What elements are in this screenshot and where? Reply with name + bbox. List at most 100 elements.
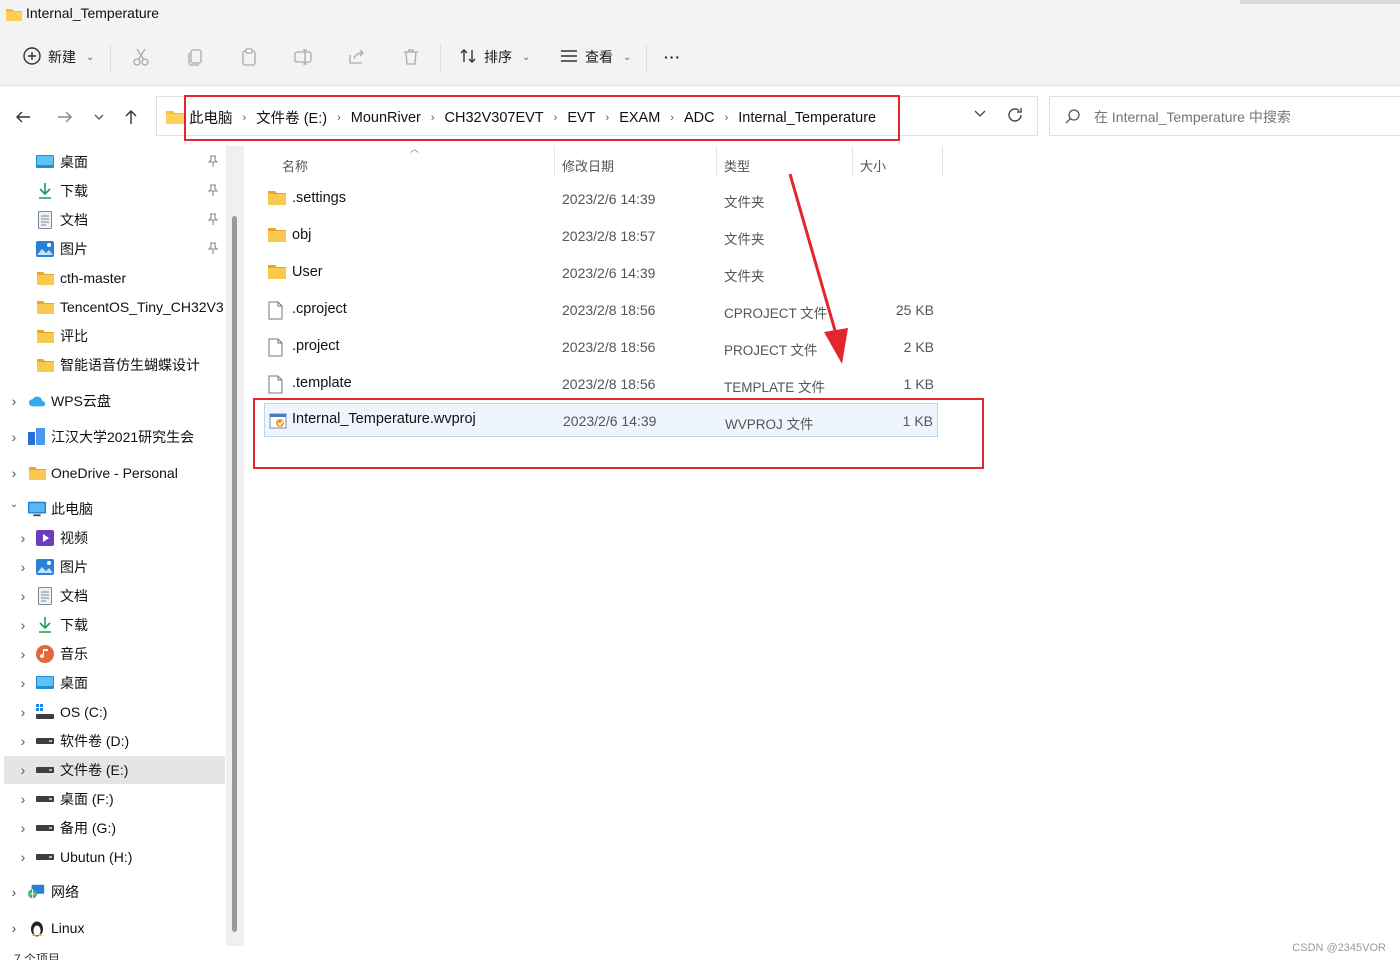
- sidebar-item-wps-cloud[interactable]: › WPS云盘: [0, 387, 226, 415]
- up-arrow-icon[interactable]: [120, 106, 142, 128]
- rename-icon[interactable]: [292, 46, 314, 68]
- sidebar-quick-access-item[interactable]: 文档: [0, 206, 226, 234]
- breadcrumb-item[interactable]: CH32V307EVT: [445, 110, 544, 126]
- chevron-right-icon[interactable]: ›: [431, 112, 435, 124]
- breadcrumb-item[interactable]: 此电脑: [189, 107, 233, 128]
- chevron-right-icon[interactable]: ›: [8, 465, 20, 481]
- chevron-right-icon[interactable]: ›: [8, 884, 20, 900]
- column-header-date[interactable]: 修改日期: [562, 151, 614, 179]
- sidebar-quick-access-item[interactable]: 评比: [0, 322, 226, 350]
- network-icon: [28, 883, 46, 901]
- pin-icon[interactable]: [207, 183, 219, 199]
- chevron-right-icon[interactable]: ›: [17, 704, 29, 720]
- chevron-right-icon[interactable]: ›: [606, 112, 610, 124]
- chevron-right-icon[interactable]: ›: [725, 112, 729, 124]
- sidebar-item-onedrive[interactable]: › OneDrive - Personal: [0, 459, 226, 487]
- sidebar-pc-item[interactable]: › 桌面: [0, 669, 226, 697]
- sidebar-quick-access-item[interactable]: TencentOS_Tiny_CH32V3: [0, 293, 226, 321]
- sidebar-pc-item[interactable]: › 桌面 (F:): [0, 785, 226, 813]
- copy-icon[interactable]: [184, 46, 206, 68]
- breadcrumb-item[interactable]: Internal_Temperature: [738, 110, 876, 126]
- chevron-right-icon[interactable]: ›: [8, 393, 20, 409]
- pin-icon[interactable]: [207, 212, 219, 228]
- sidebar-quick-access-item[interactable]: 智能语音仿生蝴蝶设计: [0, 351, 226, 379]
- refresh-icon[interactable]: [1005, 105, 1025, 128]
- sidebar-scrollbar[interactable]: [226, 146, 244, 946]
- address-bar[interactable]: › 此电脑 › 文件卷 (E:) › MounRiver › CH32V307EVT › EVT…: [156, 96, 1038, 136]
- breadcrumb-item[interactable]: EXAM: [619, 110, 660, 126]
- sidebar-pc-item[interactable]: › 视频: [0, 524, 226, 552]
- sidebar-pc-item[interactable]: › OS (C:): [0, 698, 226, 726]
- chevron-right-icon[interactable]: ›: [17, 820, 29, 836]
- column-header-size[interactable]: 大小: [860, 151, 886, 179]
- sort-button[interactable]: 排序 ⌄: [458, 42, 530, 72]
- project-file-icon: [269, 412, 287, 434]
- forward-arrow-icon[interactable]: [54, 106, 76, 128]
- sidebar-pc-item[interactable]: › 图片: [0, 553, 226, 581]
- chevron-right-icon[interactable]: ›: [17, 733, 29, 749]
- back-arrow-icon[interactable]: [12, 106, 34, 128]
- breadcrumb-item[interactable]: EVT: [567, 110, 595, 126]
- chevron-right-icon[interactable]: ›: [243, 112, 247, 124]
- chevron-right-icon[interactable]: ›: [17, 791, 29, 807]
- chevron-right-icon[interactable]: ›: [554, 112, 558, 124]
- file-row[interactable]: .settings 2023/2/6 14:39 文件夹: [264, 182, 938, 216]
- file-row[interactable]: obj 2023/2/8 18:57 文件夹: [264, 219, 938, 253]
- column-header-type[interactable]: 类型: [724, 151, 750, 179]
- sidebar-item-linux[interactable]: › Linux: [0, 914, 226, 942]
- scrollbar-thumb[interactable]: [232, 216, 237, 932]
- chevron-right-icon[interactable]: ›: [17, 588, 29, 604]
- chevron-right-icon[interactable]: ›: [17, 617, 29, 633]
- delete-icon[interactable]: [400, 46, 422, 68]
- file-name: .template: [292, 375, 352, 391]
- sidebar-quick-access-item[interactable]: cth-master: [0, 264, 226, 292]
- search-input[interactable]: [1094, 106, 1394, 128]
- cut-icon[interactable]: [130, 46, 152, 68]
- chevron-right-icon[interactable]: ›: [670, 112, 674, 124]
- share-icon[interactable]: [346, 46, 368, 68]
- sidebar-item-network[interactable]: › 网络: [0, 878, 226, 906]
- chevron-right-icon[interactable]: ›: [17, 762, 29, 778]
- sidebar-pc-item[interactable]: › 文档: [0, 582, 226, 610]
- pc-icon: [28, 500, 46, 518]
- chevron-right-icon[interactable]: ›: [17, 849, 29, 865]
- sidebar-item-jhun[interactable]: › 江汉大学2021研究生会: [0, 423, 226, 451]
- breadcrumb-item[interactable]: ADC: [684, 110, 715, 126]
- sidebar-item-this-pc[interactable]: ⌄ 此电脑: [0, 495, 226, 523]
- sidebar-quick-access-item[interactable]: 图片: [0, 235, 226, 263]
- sidebar-pc-item[interactable]: › Ubutun (H:): [0, 843, 226, 871]
- folder-icon: [268, 190, 286, 209]
- chevron-right-icon[interactable]: ›: [17, 530, 29, 546]
- recent-locations-chevron-icon[interactable]: [88, 106, 110, 128]
- paste-icon[interactable]: [238, 46, 260, 68]
- sidebar-pc-item[interactable]: › 文件卷 (E:): [4, 756, 225, 784]
- breadcrumb-item[interactable]: 文件卷 (E:): [256, 107, 327, 128]
- pin-icon[interactable]: [207, 241, 219, 257]
- file-row[interactable]: .template 2023/2/8 18:56 TEMPLATE 文件 1 KB: [264, 367, 938, 401]
- chevron-right-icon[interactable]: ›: [8, 429, 20, 445]
- column-header-name[interactable]: 名称: [282, 151, 308, 179]
- sidebar-pc-item[interactable]: › 软件卷 (D:): [0, 727, 226, 755]
- chevron-right-icon[interactable]: ›: [17, 675, 29, 691]
- sidebar-pc-item[interactable]: › 音乐: [0, 640, 226, 668]
- sidebar-pc-item[interactable]: › 下载: [0, 611, 226, 639]
- more-options-button[interactable]: ···: [664, 42, 681, 72]
- file-row[interactable]: Internal_Temperature.wvproj 2023/2/6 14:3…: [264, 403, 938, 437]
- view-button[interactable]: 查看 ⌄: [559, 42, 631, 72]
- chevron-right-icon[interactable]: ›: [17, 559, 29, 575]
- new-button[interactable]: 新建 ⌄: [22, 42, 94, 72]
- chevron-down-icon[interactable]: ⌄: [8, 499, 20, 510]
- search-box[interactable]: [1049, 96, 1400, 136]
- chevron-down-icon[interactable]: [973, 106, 987, 123]
- chevron-right-icon[interactable]: ›: [17, 646, 29, 662]
- sidebar-quick-access-item[interactable]: 下载: [0, 177, 226, 205]
- chevron-right-icon[interactable]: ›: [337, 112, 341, 124]
- file-row[interactable]: .project 2023/2/8 18:56 PROJECT 文件 2 KB: [264, 330, 938, 364]
- sidebar-pc-item[interactable]: › 备用 (G:): [0, 814, 226, 842]
- chevron-right-icon[interactable]: ›: [8, 920, 20, 936]
- file-row[interactable]: User 2023/2/6 14:39 文件夹: [264, 256, 938, 290]
- file-row[interactable]: .cproject 2023/2/8 18:56 CPROJECT 文件 25 KB: [264, 293, 938, 327]
- sidebar-quick-access-item[interactable]: 桌面: [0, 148, 226, 176]
- breadcrumb-item[interactable]: MounRiver: [351, 110, 421, 126]
- pin-icon[interactable]: [207, 154, 219, 170]
